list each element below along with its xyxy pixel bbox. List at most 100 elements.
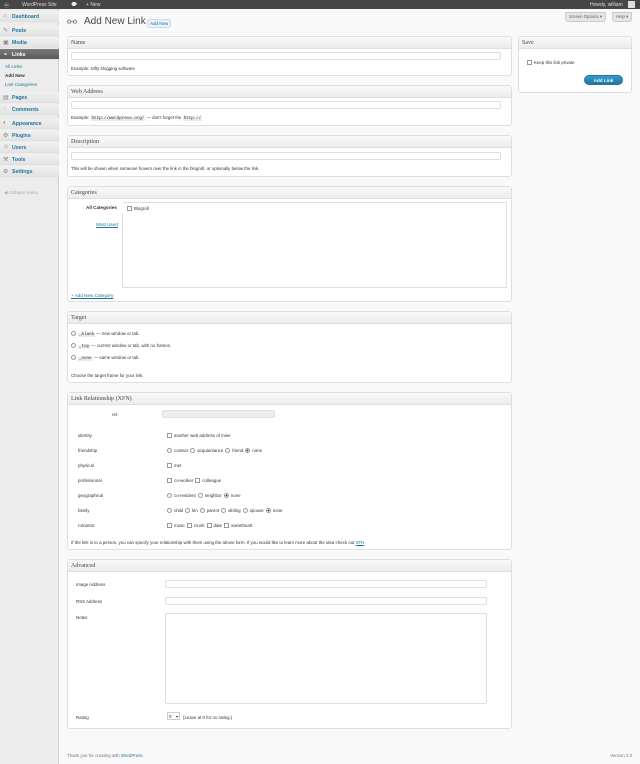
xfn-radio[interactable] bbox=[197, 493, 203, 499]
target-code: _none bbox=[78, 357, 93, 361]
submenu-add-new[interactable]: Add New bbox=[5, 73, 25, 78]
rss-address-input[interactable] bbox=[165, 597, 487, 605]
xfn-radio[interactable] bbox=[225, 448, 231, 454]
image-address-input[interactable] bbox=[165, 580, 487, 588]
xfn-option[interactable]: neighbor bbox=[197, 493, 222, 499]
xfn-option[interactable]: none bbox=[223, 493, 241, 499]
category-blogroll[interactable]: Blogroll bbox=[127, 206, 149, 212]
link-name-input[interactable] bbox=[71, 52, 501, 60]
tab-all-categories[interactable]: All Categories bbox=[73, 202, 123, 213]
xfn-option[interactable]: met bbox=[167, 463, 181, 469]
xfn-option[interactable]: kin bbox=[185, 508, 198, 514]
screen-options-button[interactable]: Screen Options ▾ bbox=[565, 12, 606, 22]
submenu-all-links[interactable]: All Links bbox=[5, 64, 22, 69]
notes-textarea[interactable] bbox=[165, 613, 487, 704]
blogroll-checkbox[interactable] bbox=[127, 206, 132, 212]
target-none-option[interactable]: _none — same window or tab. bbox=[71, 355, 140, 361]
xfn-option[interactable]: co-resident bbox=[167, 493, 196, 499]
add-new-button[interactable]: Add New bbox=[147, 19, 172, 28]
xfn-row-options: contact acquaintance friend none bbox=[167, 448, 264, 454]
xfn-checkbox[interactable] bbox=[167, 478, 172, 484]
hint-protocol: http:// bbox=[182, 117, 203, 121]
tab-most-used[interactable]: Most Used bbox=[96, 222, 118, 227]
link-url-input[interactable] bbox=[71, 101, 501, 109]
xfn-option[interactable]: colleague bbox=[195, 478, 221, 484]
xfn-option[interactable]: crush bbox=[186, 523, 205, 529]
xfn-checkbox[interactable] bbox=[167, 433, 172, 439]
link-icon: ⚯ bbox=[67, 15, 78, 29]
sidebar-item-posts[interactable]: ✎ Posts bbox=[0, 25, 59, 36]
xfn-radio[interactable] bbox=[223, 493, 229, 499]
sidebar-item-media[interactable]: ▣ Media bbox=[0, 37, 59, 48]
avatar[interactable] bbox=[628, 1, 635, 8]
link-description-input[interactable] bbox=[71, 152, 501, 160]
xfn-radio[interactable] bbox=[190, 448, 196, 454]
xfn-option[interactable]: contact bbox=[167, 448, 188, 454]
xfn-checkbox[interactable] bbox=[224, 523, 230, 529]
sidebar-item-settings[interactable]: ⚙ Settings bbox=[0, 166, 59, 177]
xfn-option[interactable]: friend bbox=[225, 448, 243, 454]
xfn-radio[interactable] bbox=[167, 493, 172, 499]
radio-blank[interactable] bbox=[71, 331, 76, 337]
rel-input[interactable] bbox=[162, 410, 275, 418]
howdy-link[interactable]: Howdy, william bbox=[590, 2, 623, 8]
xfn-option[interactable]: muse bbox=[167, 523, 185, 529]
site-name-link[interactable]: WordPress Site bbox=[22, 2, 57, 8]
xfn-option-label: child bbox=[174, 508, 184, 513]
xfn-checkbox[interactable] bbox=[195, 478, 201, 484]
collapse-menu-button[interactable]: ◀ Collapse menu bbox=[4, 190, 38, 196]
sidebar-item-appearance[interactable]: ◐ Appearance bbox=[0, 118, 59, 129]
comment-icon: ◌ bbox=[3, 106, 7, 112]
xfn-option[interactable]: another web address of mine bbox=[167, 433, 231, 439]
radio-top[interactable] bbox=[71, 343, 76, 349]
xfn-option[interactable]: spouse bbox=[242, 508, 264, 514]
wordpress-link[interactable]: WordPress bbox=[121, 753, 143, 758]
xfn-option[interactable]: sweetheart bbox=[224, 523, 253, 529]
xfn-checkbox[interactable] bbox=[167, 463, 172, 469]
xfn-checkbox[interactable] bbox=[167, 523, 172, 529]
xfn-radio[interactable] bbox=[265, 508, 271, 514]
xfn-option[interactable]: none bbox=[245, 448, 262, 454]
submenu-link-categories[interactable]: Link Categories bbox=[5, 82, 37, 87]
sidebar-item-pages[interactable]: ▤ Pages bbox=[0, 92, 59, 103]
xfn-option[interactable]: parent bbox=[199, 508, 219, 514]
target-blank-option[interactable]: _blank — new window or tab. bbox=[71, 331, 140, 337]
sidebar-item-dashboard[interactable]: ⌂ Dashboard bbox=[0, 11, 59, 22]
xfn-checkbox[interactable] bbox=[206, 523, 212, 529]
sidebar-item-comments[interactable]: ◌ Comments bbox=[0, 104, 59, 115]
xfn-option[interactable]: child bbox=[167, 508, 184, 514]
comments-icon[interactable]: 💬 bbox=[71, 2, 77, 8]
tab-most-used-label: Most Used bbox=[96, 222, 118, 227]
xfn-radio[interactable] bbox=[245, 448, 251, 454]
sidebar-item-users[interactable]: ☺ Users bbox=[0, 142, 59, 153]
keep-private-option[interactable]: Keep this link private bbox=[527, 60, 575, 66]
xfn-option[interactable]: co-worker bbox=[167, 478, 193, 484]
keep-private-checkbox[interactable] bbox=[527, 60, 532, 66]
xfn-radio[interactable] bbox=[221, 508, 227, 514]
xfn-option[interactable]: sibling bbox=[221, 508, 241, 514]
xfn-radio[interactable] bbox=[199, 508, 205, 514]
xfn-footer: If the link is to a person, you can spec… bbox=[71, 540, 364, 545]
sidebar-item-links[interactable]: ⚭ Links bbox=[0, 49, 59, 60]
xfn-radio[interactable] bbox=[185, 508, 191, 514]
help-button[interactable]: Help ▾ bbox=[612, 12, 633, 22]
xfn-option[interactable]: acquaintance bbox=[190, 448, 223, 454]
xfn-link[interactable]: XFN bbox=[356, 540, 365, 545]
xfn-radio[interactable] bbox=[167, 508, 172, 514]
sidebar-item-tools[interactable]: ⚒ Tools bbox=[0, 154, 59, 165]
xfn-radio[interactable] bbox=[167, 448, 172, 454]
xfn-radio[interactable] bbox=[242, 508, 248, 514]
xfn-row-options: met bbox=[167, 463, 183, 469]
new-content-link[interactable]: + New bbox=[86, 2, 100, 8]
target-top-option[interactable]: _top — current window or tab, with no fr… bbox=[71, 343, 171, 349]
add-new-category-link[interactable]: + Add New Category bbox=[71, 293, 113, 298]
wordpress-logo-icon[interactable]: ⓦ bbox=[4, 2, 9, 9]
radio-none[interactable] bbox=[71, 355, 76, 361]
xfn-checkbox[interactable] bbox=[186, 523, 192, 529]
xfn-option[interactable]: none bbox=[265, 508, 283, 514]
xfn-option[interactable]: date bbox=[206, 523, 222, 529]
rating-select[interactable]: 0 ▾ bbox=[167, 712, 180, 720]
sidebar-item-plugins[interactable]: ⚙ Plugins bbox=[0, 130, 59, 141]
admin-sidebar: ⌂ Dashboard ✎ Posts ▣ Media ⚭ Links All Link… bbox=[0, 9, 59, 764]
add-link-button[interactable]: Add Link bbox=[584, 75, 623, 85]
